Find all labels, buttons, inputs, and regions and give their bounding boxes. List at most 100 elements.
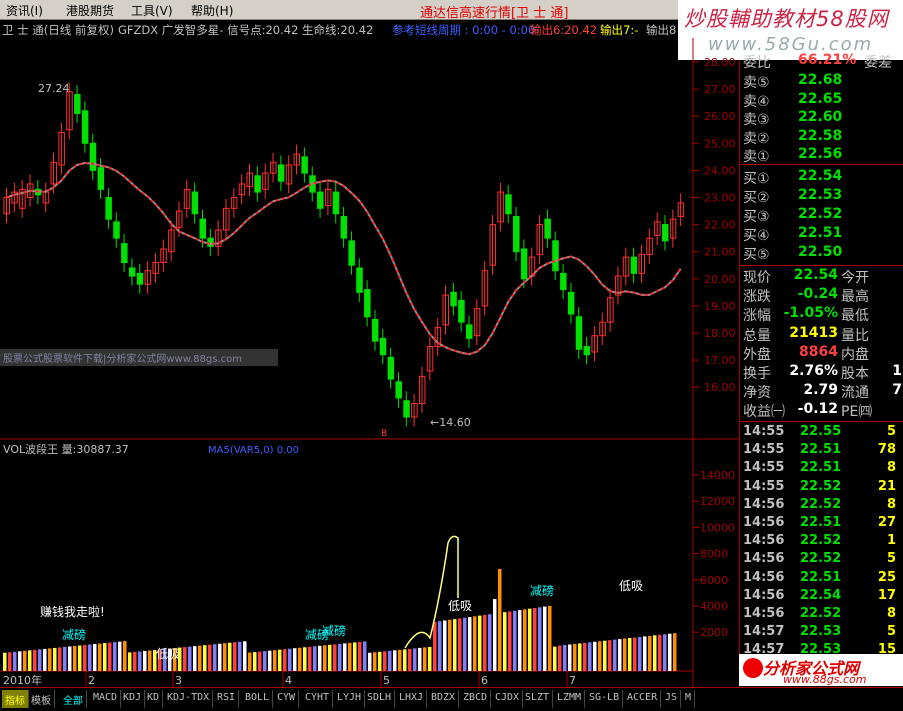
tab-zbcd[interactable]: ZBCD (460, 690, 492, 708)
menu-item-tools[interactable]: 工具(V) (131, 2, 173, 19)
candle-body (567, 291, 575, 315)
tab-lhxj[interactable]: LHXJ (396, 690, 428, 708)
tab-kdj-tdx[interactable]: KDJ-TDX (164, 690, 214, 708)
bid-price: 22.50 (798, 244, 843, 260)
stat-value: 22.54 (793, 267, 838, 283)
stat-label2: 流通 (841, 385, 869, 402)
stat-value: -0.12 (797, 401, 838, 418)
candle-body (97, 167, 105, 190)
stat-row: 现价 22.54 今开 (740, 267, 903, 286)
volume-bar (633, 637, 637, 671)
volume-bar (203, 645, 207, 671)
logo-icon (743, 658, 763, 678)
ratio-label: 委比 (743, 55, 771, 71)
volume-bar (618, 639, 622, 671)
volume-bar (493, 599, 497, 671)
tab-cyht[interactable]: CYHT (302, 690, 334, 708)
stock-title: 卫 士 通(日线 前复权) (2, 23, 114, 37)
candle-body (505, 194, 512, 215)
tick-row: 14:55 22.55 5 (740, 424, 903, 442)
tick-time: 14:56 (743, 606, 785, 621)
tab-bdzx[interactable]: BDZX (428, 690, 460, 708)
tab-kdj[interactable]: KDJ (120, 690, 146, 708)
tab-cjdx[interactable]: CJDX (492, 690, 524, 708)
volume-bar (198, 645, 202, 671)
price-tick-label: 17.00 (704, 354, 736, 367)
tab-模板[interactable]: 模板 (28, 690, 55, 708)
tick-row: 14:56 22.51 27 (740, 515, 903, 533)
stat-value: 8864 (799, 343, 838, 360)
b-signal: B (381, 429, 387, 439)
volume-bar (363, 641, 367, 671)
tab-js[interactable]: JS (662, 690, 682, 708)
tick-row: 14:56 22.51 25 (740, 570, 903, 588)
stat-label: 现价 (743, 270, 771, 286)
tab-lyjh[interactable]: LYJH (334, 690, 366, 708)
candle-body (520, 248, 528, 280)
bid-label: 买③ (743, 209, 770, 225)
month-label: 2 (88, 674, 95, 687)
month-label: 7 (569, 674, 576, 687)
bid-row: 买⑤ 22.50 (740, 244, 903, 263)
menu-item-info[interactable]: 资讯(I) (6, 2, 43, 19)
app-title: 通达信高速行情[卫 士 通] (420, 6, 569, 21)
tab-cyw[interactable]: CYW (274, 690, 300, 708)
tick-volume: 8 (886, 496, 896, 512)
bid-row: 买④ 22.51 (740, 225, 903, 244)
candle-body (348, 240, 355, 266)
volume-bar (243, 641, 247, 671)
stat-row: 总量 21413 量比 (740, 325, 903, 344)
kline-chart[interactable]: 28.00 27.00 26.00 25.00 24.00 23.00 22.00 21.00… (0, 38, 739, 687)
candle-body (630, 256, 638, 274)
stat-row: 涨跌 -0.24 最高 (740, 286, 903, 305)
volume-bar (463, 617, 467, 671)
bid-row: 买① 22.54 (740, 168, 903, 187)
logo-box: 分析家公式网 www.88gs.com (739, 654, 903, 686)
tab-lzmm[interactable]: LZMM (554, 690, 586, 708)
volume-bar (143, 650, 147, 671)
tab-accer[interactable]: ACCER (624, 690, 662, 708)
volume-bar (538, 607, 542, 671)
tick-row: 14:55 22.52 21 (740, 479, 903, 497)
volume-bar (528, 608, 532, 671)
volume-bar (428, 646, 432, 671)
candle-body (301, 156, 308, 174)
volume-bar (343, 643, 347, 671)
candle-body (207, 237, 214, 247)
output6-label: 输出6:20.42 (530, 23, 598, 37)
stat-label2: 股本 (841, 366, 869, 382)
volume-bar (398, 649, 402, 671)
volume-bars (3, 535, 677, 671)
tab-指标[interactable]: 指标 (2, 690, 29, 708)
volume-bar (443, 620, 447, 671)
candlesticks (3, 82, 685, 427)
tick-price: 22.53 (800, 624, 842, 640)
candle-body (560, 272, 567, 291)
volume-title: VOL波段王 量:30887.37 (3, 442, 129, 456)
tab-macd[interactable]: MACD (90, 690, 122, 708)
bid-price: 22.54 (798, 168, 843, 184)
menu-item-help[interactable]: 帮助(H) (191, 2, 233, 19)
bid-label: 买⑤ (743, 247, 770, 263)
ad-banner: 股票公式股票软件下载|分析家公式网www.88gs.com (3, 352, 242, 365)
tab-m[interactable]: M (682, 690, 696, 708)
volume-bar (668, 633, 672, 671)
tab-rsi[interactable]: RSI (214, 690, 240, 708)
tab-boll[interactable]: BOLL (242, 690, 274, 708)
tab-全部[interactable]: 全部 (60, 690, 87, 708)
candle-body (191, 191, 199, 215)
candle-body (583, 346, 591, 356)
volume-bar (373, 652, 377, 671)
menu-item-hk-futures[interactable]: 港股期货 (66, 2, 114, 19)
high-price-label: 27.24 (38, 82, 70, 95)
ask-price: 22.65 (798, 90, 843, 107)
tab-kd[interactable]: KD (144, 690, 164, 708)
volume-bar (83, 645, 87, 671)
tick-price: 22.52 (800, 496, 842, 512)
tab-sdlh[interactable]: SDLH (364, 690, 396, 708)
volume-bar (403, 649, 407, 671)
volume-bar (573, 643, 577, 671)
tab-sg-lb[interactable]: SG-LB (586, 690, 624, 708)
tick-time: 14:56 (743, 551, 785, 567)
tab-slzt[interactable]: SLZT (522, 690, 554, 708)
